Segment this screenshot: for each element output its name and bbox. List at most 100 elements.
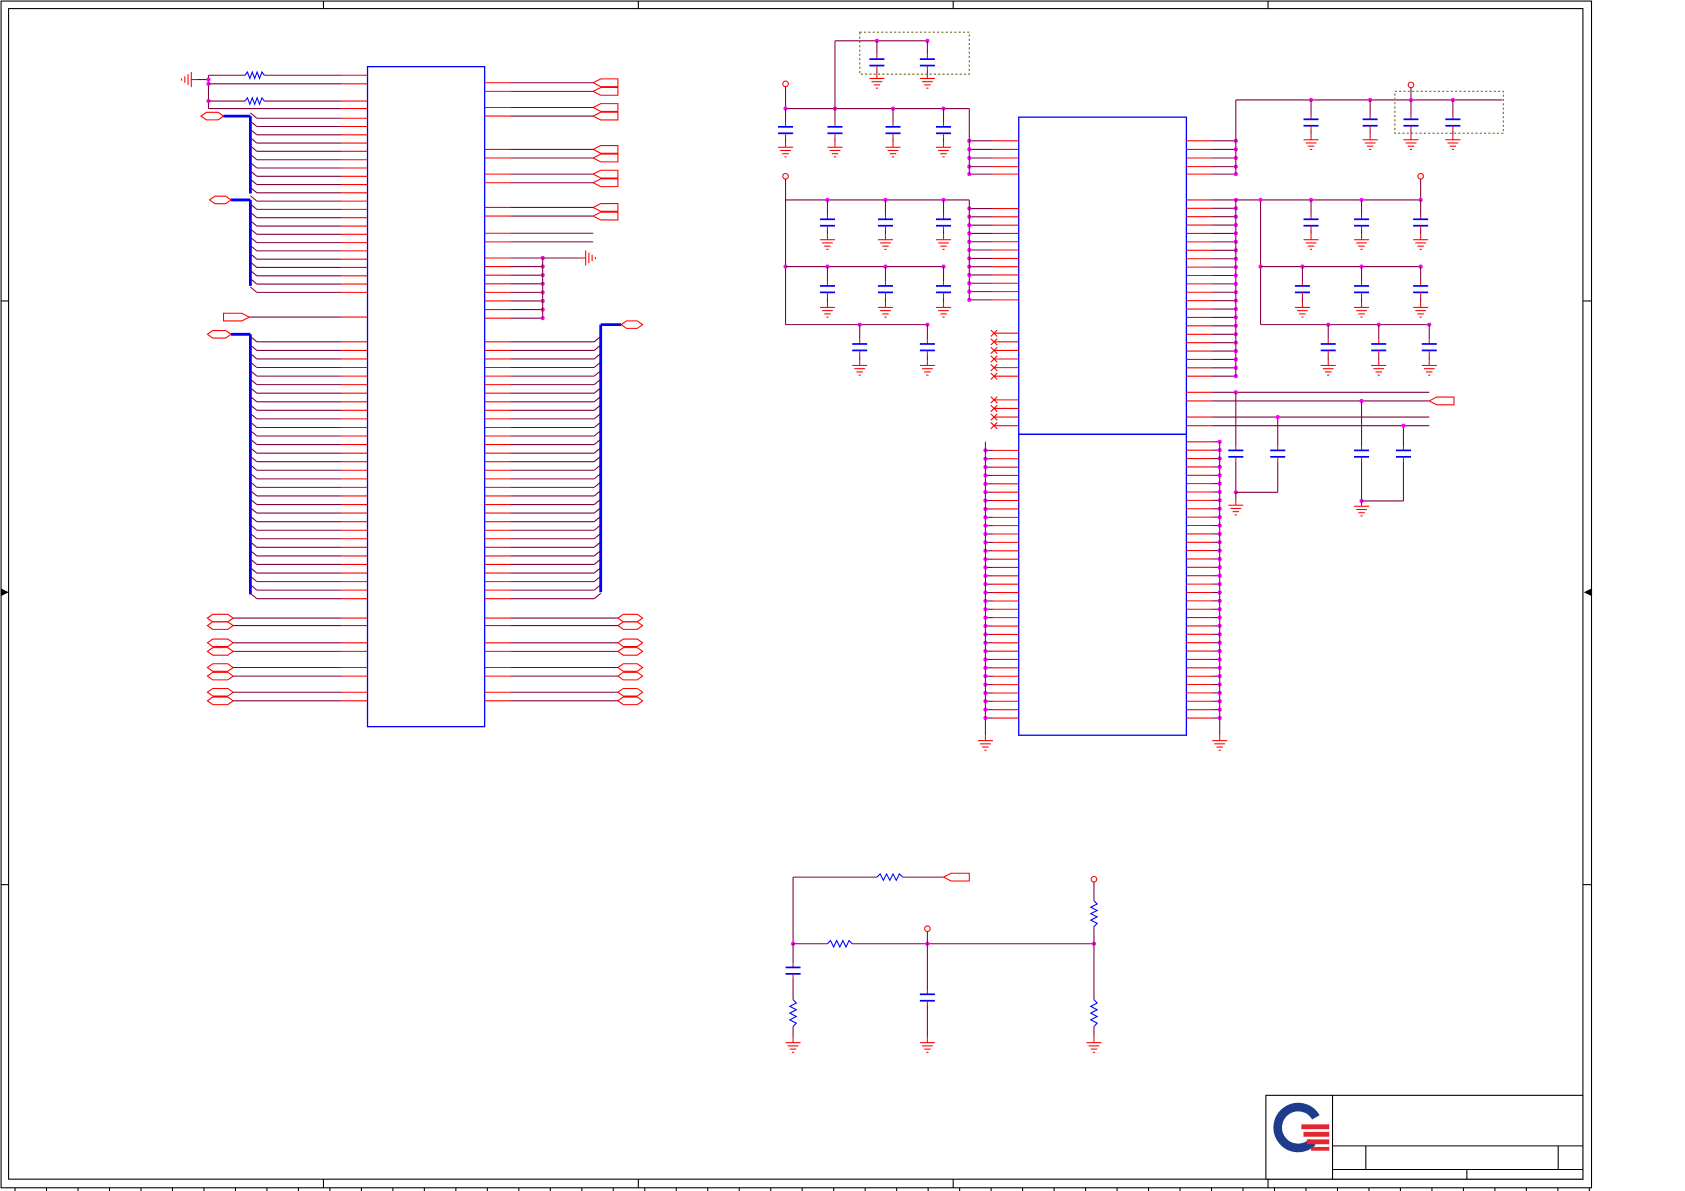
off-page-connector-icon — [200, 111, 225, 121]
ground-icon — [1303, 134, 1319, 150]
bus-entry — [250, 575, 368, 583]
off-page-connector-icon — [222, 312, 251, 322]
bus-entry — [250, 584, 368, 591]
bus-entry-stub — [250, 286, 258, 293]
resistor-zigzag — [244, 96, 265, 106]
ground-icon — [1371, 360, 1387, 376]
off-page-connector-icon — [616, 613, 644, 623]
bus-entry — [250, 253, 368, 260]
bus-entry — [250, 211, 368, 219]
power-rail-right-1 — [1235, 81, 1505, 150]
capacitor-icon — [1395, 446, 1411, 462]
bus-entry — [484, 464, 602, 471]
bus-entry — [250, 236, 368, 244]
left-connector-ic — [181, 65, 644, 728]
main-ic-right-ground-pins — [1186, 439, 1228, 751]
decoupling-capacitor — [819, 197, 835, 250]
off-page-connector-icon — [206, 696, 235, 706]
bus-entry — [250, 567, 368, 574]
off-page-connector-icon — [616, 671, 644, 681]
capacitor-icon — [819, 214, 835, 231]
bus-entry — [484, 473, 602, 480]
keepout-box — [859, 31, 970, 75]
capacitor-icon — [1371, 339, 1387, 355]
main-ic-unconnected-pins — [990, 329, 1019, 430]
bus-entry — [250, 129, 368, 136]
resistor-icon — [1089, 900, 1099, 927]
bus-entry — [250, 421, 368, 429]
bus-entry — [484, 361, 602, 369]
filter-capacitor-pair — [1354, 398, 1411, 517]
logo-stripe — [1301, 1124, 1330, 1130]
capacitor-icon — [935, 214, 952, 231]
ground-icon — [1320, 360, 1336, 376]
bus-entry — [484, 387, 602, 394]
capacitor-icon — [827, 122, 843, 138]
schematic-drawing — [0, 0, 1593, 1191]
off-page-connector-icon — [616, 663, 644, 672]
differential-pair — [206, 613, 368, 630]
bus-entry — [484, 336, 602, 343]
ground-icon — [1228, 499, 1244, 516]
resistor-zigzag — [827, 939, 853, 949]
bus-entry — [484, 378, 602, 386]
ground-icon — [785, 1037, 801, 1053]
capacitor-icon — [919, 54, 935, 70]
power-pin-ring — [1417, 172, 1424, 180]
bus-entry — [250, 361, 368, 369]
resistor-icon — [1089, 999, 1099, 1027]
ground-icon — [1303, 234, 1319, 250]
main-ic-left-ground-pins — [977, 441, 1019, 751]
off-page-connector-icon — [592, 103, 619, 112]
ground-icon — [919, 73, 935, 89]
bus-entry — [250, 413, 368, 420]
ground-icon — [1413, 302, 1429, 318]
bus-entry — [484, 490, 602, 497]
left-bus-b — [208, 195, 368, 293]
decoupling-capacitor — [1354, 197, 1370, 250]
resistor-zigzag — [244, 70, 265, 80]
bus-entry — [250, 396, 368, 403]
bus-entry — [484, 498, 602, 506]
ground-icon — [877, 302, 894, 318]
decoupling-capacitor — [1371, 322, 1387, 376]
capacitor-icon — [819, 281, 835, 297]
bus-entry — [484, 455, 602, 463]
right-ground-pins — [484, 250, 596, 321]
decoupling-capacitor — [1294, 264, 1310, 318]
power-icon — [782, 80, 789, 109]
capacitor-icon — [1354, 446, 1370, 462]
logo-stripe — [1311, 1146, 1330, 1151]
reference-divider-circuit — [785, 872, 1102, 1053]
capacitor-icon — [919, 339, 935, 355]
bus-entry — [484, 481, 602, 488]
junction-dot — [1401, 423, 1406, 428]
bus-entry — [250, 430, 368, 437]
off-page-connector-icon — [592, 211, 619, 221]
ic-body — [366, 65, 486, 728]
off-page-connector-icon — [592, 78, 619, 88]
off-page-connector-icon — [208, 195, 232, 205]
off-page-connector-icon — [206, 329, 232, 339]
ground-icon — [1413, 234, 1429, 250]
capacitor-icon — [1294, 281, 1310, 297]
bus-entry — [250, 370, 368, 377]
zone-center-arrow — [1583, 588, 1593, 597]
bus-entry-stub — [250, 592, 258, 600]
bus-entry — [250, 387, 368, 394]
decoupling-capacitor — [877, 264, 894, 318]
bus-entry — [250, 344, 368, 351]
decoupling-capacitor — [1303, 197, 1319, 250]
off-page-connector-icon — [592, 86, 619, 96]
main-ic-right-signals — [1186, 391, 1455, 427]
off-page-connector-icon — [616, 687, 644, 697]
resistor-icon — [827, 939, 853, 949]
decoupling-capacitor — [1303, 97, 1319, 150]
junction-dot — [1258, 197, 1263, 202]
ground-icon — [1354, 500, 1370, 517]
bus-entry — [484, 438, 602, 446]
off-page-connector-icon — [592, 169, 619, 179]
bus-entry — [250, 195, 368, 202]
off-page-connector-icon — [206, 638, 235, 648]
bus-entry — [484, 575, 602, 583]
